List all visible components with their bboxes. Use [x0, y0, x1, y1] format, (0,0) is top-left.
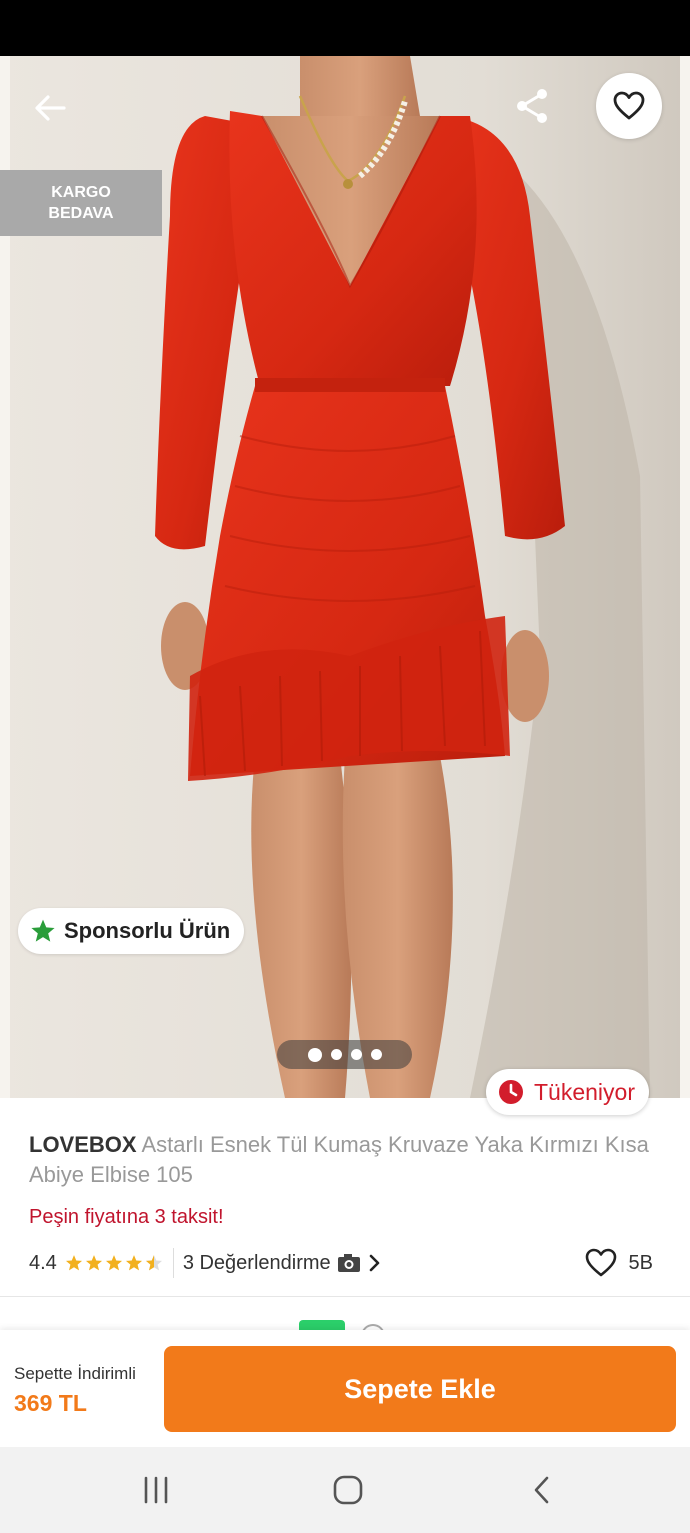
heart-icon: [613, 91, 645, 120]
product-info: LOVEBOX Astarlı Esnek Tül Kumaş Kruvaze …: [0, 1098, 690, 1336]
badge-line-1: KARGO: [51, 184, 111, 201]
rating-score: 4.4: [29, 1251, 57, 1274]
sponsored-label: Sponsorlu Ürün: [64, 918, 231, 943]
star-icon: [31, 919, 55, 942]
heart-icon: [585, 1248, 616, 1277]
divider: [0, 1296, 690, 1297]
pager-dot[interactable]: [307, 1047, 322, 1062]
divider: [172, 1248, 174, 1278]
back-button[interactable]: [24, 86, 76, 130]
system-nav-bar: [0, 1447, 690, 1533]
product-image-gallery[interactable]: KARGO BEDAVA Sponsorlu Ürün: [0, 56, 690, 1098]
add-to-cart-button[interactable]: Sepete Ekle: [164, 1346, 676, 1432]
badge-line-2: BEDAVA: [48, 205, 114, 222]
rating-stars: [65, 1254, 163, 1272]
status-bar: [0, 0, 690, 56]
sponsored-badge: Sponsorlu Ürün: [18, 908, 245, 954]
favorites-summary[interactable]: 5B: [585, 1248, 653, 1278]
home-button[interactable]: [328, 1473, 368, 1507]
image-pager[interactable]: [277, 1040, 412, 1069]
low-stock-label: Tükeniyor: [534, 1078, 635, 1105]
star-icon: [65, 1255, 82, 1271]
arrow-left-icon: [35, 95, 66, 121]
rating-row: 4.4 3 Değerlendirme 5B: [29, 1248, 669, 1278]
price: 369 TL: [14, 1390, 87, 1416]
free-shipping-badge: KARGO BEDAVA: [0, 170, 162, 236]
low-stock-badge: Tükeniyor: [486, 1069, 649, 1115]
share-button[interactable]: [508, 82, 556, 130]
installment-text: Peşin fiyatına 3 taksit!: [29, 1206, 224, 1228]
favorite-button[interactable]: [596, 73, 662, 139]
chevron-right-icon[interactable]: [369, 1254, 381, 1272]
pager-dot[interactable]: [350, 1049, 362, 1060]
purchase-bar: Sepette İndirimli 369 TL Sepete Ekle: [0, 1330, 690, 1447]
brand-name[interactable]: LOVEBOX: [29, 1132, 137, 1157]
star-icon: [125, 1255, 142, 1271]
star-icon: [105, 1255, 122, 1271]
home-icon: [333, 1475, 363, 1505]
favorites-count: 5B: [628, 1251, 653, 1274]
pager-dot[interactable]: [330, 1049, 342, 1060]
recents-button[interactable]: [136, 1473, 176, 1507]
nav-back-icon: [534, 1476, 549, 1504]
half-star-icon: [145, 1255, 162, 1271]
recents-icon: [144, 1476, 168, 1504]
product-title[interactable]: LOVEBOX Astarlı Esnek Tül Kumaş Kruvaze …: [29, 1130, 669, 1190]
reviews-link[interactable]: 3 Değerlendirme: [183, 1252, 331, 1275]
star-icon: [85, 1255, 102, 1271]
price-label: Sepette İndirimli: [14, 1364, 136, 1383]
camera-icon: [337, 1254, 360, 1272]
pager-dot[interactable]: [370, 1049, 382, 1060]
clock-icon: [499, 1080, 523, 1104]
nav-back-button[interactable]: [522, 1473, 562, 1507]
partial-badge: [299, 1320, 345, 1330]
share-icon: [517, 89, 547, 123]
